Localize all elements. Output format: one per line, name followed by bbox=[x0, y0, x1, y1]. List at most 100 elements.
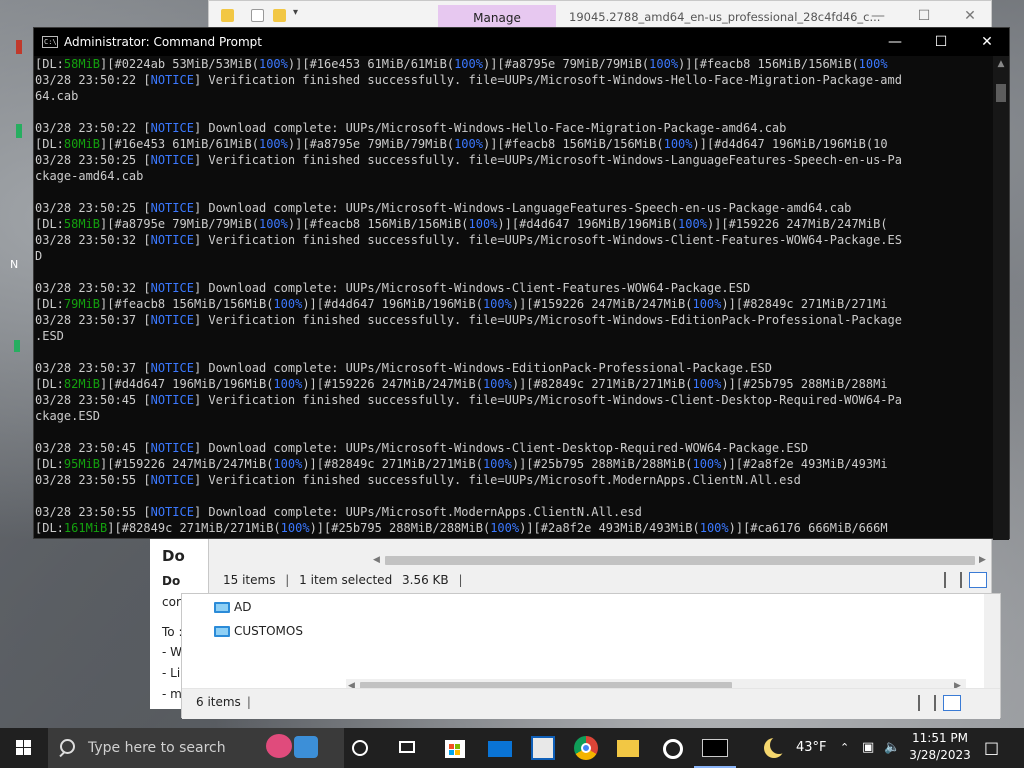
console-line: 03/28 23:50:37 [NOTICE] Verification fin… bbox=[35, 312, 995, 328]
network-icon[interactable]: ▣ bbox=[862, 728, 874, 768]
file-list-area[interactable] bbox=[342, 594, 966, 678]
console-text: ] Download complete: UUPs/Microsoft-Wind… bbox=[193, 361, 772, 375]
weather-temperature[interactable]: 43°F bbox=[796, 728, 827, 768]
explorer-window-bottom: AD CUSTOMOS ◀ ▶ ▼ 6 items| bbox=[181, 593, 1001, 719]
console-text: ] Download complete: UUPs/Microsoft-Wind… bbox=[193, 201, 852, 215]
scrollbar-thumb[interactable] bbox=[996, 84, 1006, 102]
scrollbar-thumb[interactable] bbox=[385, 556, 975, 565]
cortana-icon[interactable] bbox=[348, 736, 372, 760]
console-text: NOTICE bbox=[150, 121, 194, 135]
console-text: 100% bbox=[273, 377, 303, 391]
large-icons-view-button[interactable] bbox=[943, 695, 961, 711]
tab-manage[interactable]: Manage bbox=[438, 5, 556, 27]
console-line: 03/28 23:50:55 [NOTICE] Download complet… bbox=[35, 504, 995, 520]
scroll-right-arrow-icon[interactable]: ▶ bbox=[979, 553, 986, 567]
console-line: ckage-amd64.cab bbox=[35, 168, 995, 184]
console-text: 80MiB bbox=[63, 137, 101, 151]
console-text: NOTICE bbox=[150, 281, 194, 295]
scroll-left-arrow-icon[interactable]: ◀ bbox=[373, 553, 380, 567]
console-text: 64.cab bbox=[35, 89, 79, 103]
console-line: [DL:95MiB][#159226 247MiB/247MiB(100%)][… bbox=[35, 456, 995, 472]
doc-title: Do bbox=[162, 547, 185, 565]
console-text: [DL: bbox=[35, 137, 64, 151]
doc-line: Do bbox=[162, 574, 181, 588]
console-text: 100% bbox=[858, 57, 888, 71]
console-text: ][#feacb8 156MiB/156MiB( bbox=[100, 297, 274, 311]
folder-icon[interactable] bbox=[221, 9, 234, 22]
console-text: NOTICE bbox=[150, 505, 194, 519]
console-text: NOTICE bbox=[150, 441, 194, 455]
doc-line: - W bbox=[162, 645, 183, 659]
console-text: ] Verification finished successfully. fi… bbox=[193, 393, 902, 407]
console-text: [DL: bbox=[35, 297, 64, 311]
volume-icon[interactable]: 🔈 bbox=[884, 728, 900, 768]
desktop-icon-fragment[interactable] bbox=[14, 340, 20, 352]
tree-item-customos[interactable]: CUSTOMOS bbox=[214, 621, 303, 641]
chrome-icon[interactable] bbox=[574, 736, 598, 760]
console-text: )][#82849c 271MiB/271MiB( bbox=[511, 377, 693, 391]
desktop-icon-fragment[interactable] bbox=[16, 40, 22, 54]
console-text: 100% bbox=[482, 297, 512, 311]
item-count: 15 items bbox=[223, 573, 276, 587]
app-icon[interactable] bbox=[531, 736, 555, 760]
console-output[interactable]: [DL:58MiB][#0224ab 53MiB/53MiB(100%)][#1… bbox=[34, 56, 995, 540]
store-icon[interactable] bbox=[443, 736, 467, 760]
console-text: ] Verification finished successfully. fi… bbox=[193, 473, 801, 487]
clock-time: 11:51 PM bbox=[912, 731, 968, 745]
console-text: ] Download complete: UUPs/Microsoft.Mode… bbox=[193, 505, 642, 519]
mail-icon[interactable] bbox=[487, 736, 512, 760]
command-prompt-icon[interactable] bbox=[700, 736, 730, 760]
console-line: 03/28 23:50:45 [NOTICE] Download complet… bbox=[35, 440, 995, 456]
console-text: )][#feacb8 156MiB/156MiB( bbox=[287, 217, 469, 231]
cmd-minimize-button[interactable]: — bbox=[872, 28, 918, 56]
cmd-vertical-scrollbar[interactable]: ▲ bbox=[993, 56, 1009, 540]
console-text: 100% bbox=[273, 457, 303, 471]
console-text: 100% bbox=[692, 377, 722, 391]
console-text: NOTICE bbox=[150, 233, 194, 247]
horizontal-scrollbar[interactable]: ◀ ▶ bbox=[371, 553, 991, 567]
console-text: )][#a8795e 79MiB/79MiB( bbox=[482, 57, 650, 71]
taskbar-search-box[interactable]: Type here to search bbox=[48, 728, 344, 768]
details-view-button[interactable] bbox=[944, 572, 962, 588]
console-text: 100% bbox=[482, 377, 512, 391]
file-explorer-icon[interactable] bbox=[616, 736, 640, 760]
scroll-up-arrow-icon[interactable]: ▲ bbox=[993, 56, 1009, 72]
desktop-icon-label-fragment[interactable]: N bbox=[10, 258, 18, 271]
new-folder-icon[interactable] bbox=[273, 9, 286, 22]
console-line: [DL:161MiB][#82849c 271MiB/271MiB(100%)]… bbox=[35, 520, 995, 536]
console-text: 03/28 23:50:25 [ bbox=[35, 153, 151, 167]
clock[interactable]: 11:51 PM 3/28/2023 bbox=[908, 730, 972, 764]
console-text: 03/28 23:50:25 [ bbox=[35, 201, 151, 215]
tree-item-ad[interactable]: AD bbox=[214, 597, 251, 617]
weather-icon[interactable] bbox=[764, 736, 788, 760]
console-text: [DL: bbox=[35, 457, 64, 471]
details-view-button[interactable] bbox=[918, 695, 936, 711]
console-text: D bbox=[35, 249, 43, 263]
console-text: 100% bbox=[273, 297, 303, 311]
show-hidden-icons-chevron-icon[interactable]: ⌃ bbox=[840, 728, 849, 768]
large-icons-view-button[interactable] bbox=[969, 572, 987, 588]
cmd-maximize-button[interactable]: ☐ bbox=[918, 28, 964, 56]
start-button[interactable] bbox=[0, 728, 48, 768]
task-view-icon[interactable] bbox=[396, 736, 420, 760]
console-text: ] Verification finished successfully. fi… bbox=[193, 73, 902, 87]
navigation-pane: AD CUSTOMOS bbox=[182, 594, 343, 678]
desktop-icon-fragment[interactable] bbox=[16, 124, 22, 138]
console-text: 03/28 23:50:32 [ bbox=[35, 233, 151, 247]
properties-icon[interactable] bbox=[251, 9, 264, 22]
console-text: 100% bbox=[490, 521, 520, 535]
console-text: 03/28 23:50:22 [ bbox=[35, 121, 151, 135]
console-text: [DL: bbox=[35, 377, 64, 391]
settings-icon[interactable] bbox=[660, 736, 684, 760]
console-line: 03/28 23:50:45 [NOTICE] Verification fin… bbox=[35, 392, 995, 408]
customize-quick-access-icon[interactable]: ▾ bbox=[293, 7, 298, 18]
cmd-titlebar[interactable]: C:\ Administrator: Command Prompt — ☐ ✕ bbox=[34, 28, 1009, 56]
computer-icon bbox=[214, 626, 230, 637]
console-text: )][#feacb8 156MiB/156MiB( bbox=[482, 137, 664, 151]
console-text: 100% bbox=[454, 57, 483, 71]
notification-center-icon[interactable]: □ bbox=[984, 728, 999, 768]
console-text: 58MiB bbox=[63, 217, 101, 231]
explorer-statusbar-bottom: 6 items | bbox=[182, 688, 1000, 719]
cmd-close-button[interactable]: ✕ bbox=[964, 28, 1010, 56]
